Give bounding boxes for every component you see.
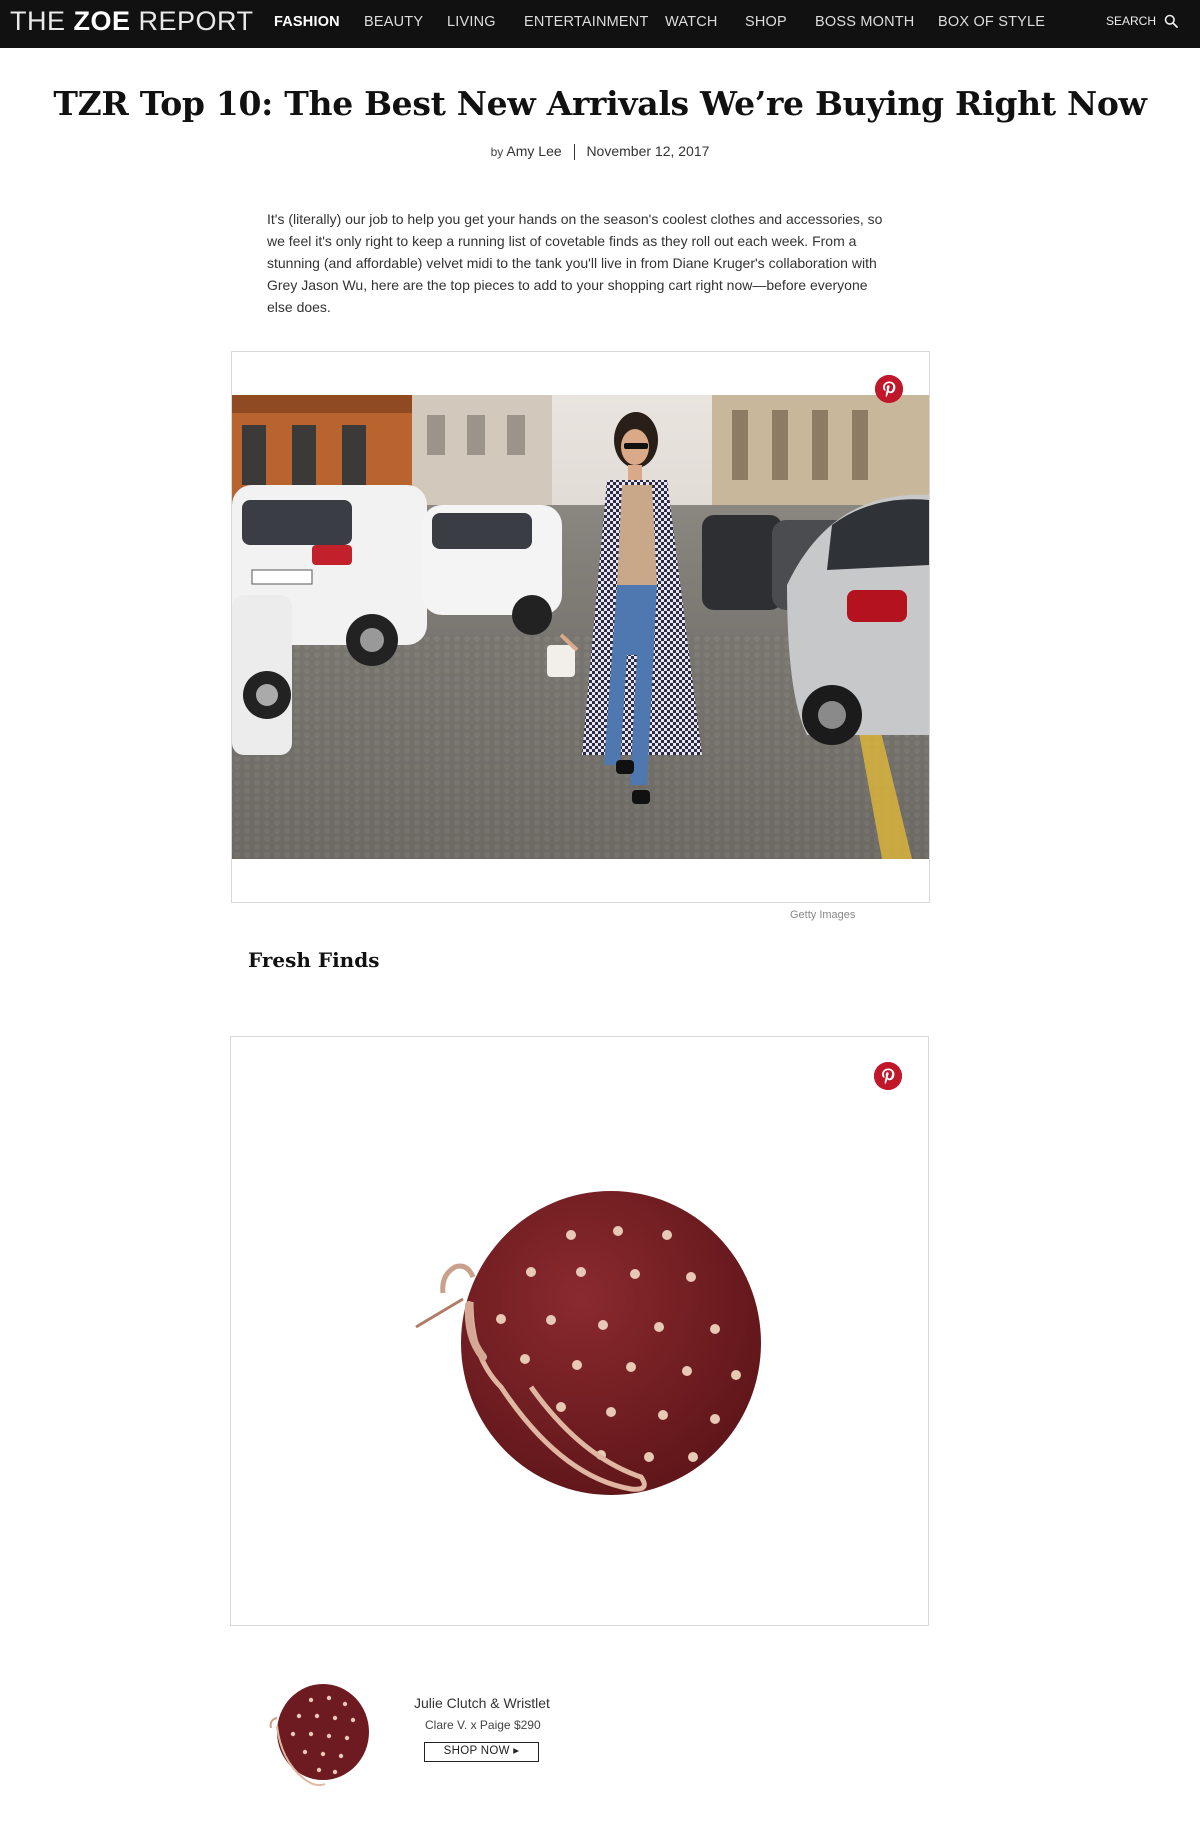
- image-credit: Getty Images: [790, 909, 856, 921]
- author-name[interactable]: Amy Lee: [506, 143, 561, 159]
- hero-figure: [231, 351, 930, 903]
- nav-shop[interactable]: SHOP: [745, 14, 787, 30]
- nav-living[interactable]: LIVING: [447, 14, 496, 30]
- article-intro: It's (literally) our job to help you get…: [267, 211, 883, 315]
- article-title: TZR Top 10: The Best New Arrivals We’re …: [53, 84, 1147, 123]
- pinterest-icon: [875, 375, 903, 403]
- search-label: SEARCH: [1105, 14, 1156, 28]
- nav-entertainment[interactable]: ENTERTAINMENT: [524, 14, 649, 30]
- logo-text-the: THE: [10, 6, 74, 36]
- nav-beauty[interactable]: BEAUTY: [364, 14, 423, 30]
- section-heading: Fresh Finds: [248, 948, 380, 972]
- byline: by Amy Lee November 12, 2017: [0, 143, 1200, 161]
- byline-divider: [573, 144, 575, 161]
- shop-now-button[interactable]: SHOP NOW ▸: [424, 1742, 539, 1762]
- product-name[interactable]: Julie Clutch & Wristlet: [414, 1695, 550, 1711]
- nav-fashion[interactable]: FASHION: [274, 14, 340, 30]
- site-logo[interactable]: THE ZOE REPORT: [10, 6, 254, 37]
- nav-watch[interactable]: WATCH: [665, 14, 718, 30]
- nav-boss-month[interactable]: BOSS MONTH: [815, 14, 914, 30]
- logo-text-zoe: ZOE: [73, 6, 131, 36]
- nav-box-of-style[interactable]: BOX OF STYLE: [938, 14, 1045, 30]
- product-brand-price: Clare V. x Paige $290: [425, 1718, 541, 1732]
- logo-text-report: REPORT: [130, 6, 254, 36]
- top-navigation-bar: THE ZOE REPORT FASHION BEAUTY LIVING ENT…: [0, 0, 1200, 48]
- product-figure: [230, 1036, 929, 1626]
- clutch-product-image: [415, 1191, 761, 1495]
- publish-date: November 12, 2017: [586, 143, 710, 159]
- search-button[interactable]: SEARCH: [1106, 14, 1178, 28]
- street-style-photo: [232, 395, 929, 859]
- product-thumbnail[interactable]: [255, 1680, 379, 1792]
- search-icon: [1164, 14, 1178, 28]
- byline-prefix: by: [490, 145, 504, 159]
- pinterest-save-button[interactable]: [875, 375, 903, 403]
